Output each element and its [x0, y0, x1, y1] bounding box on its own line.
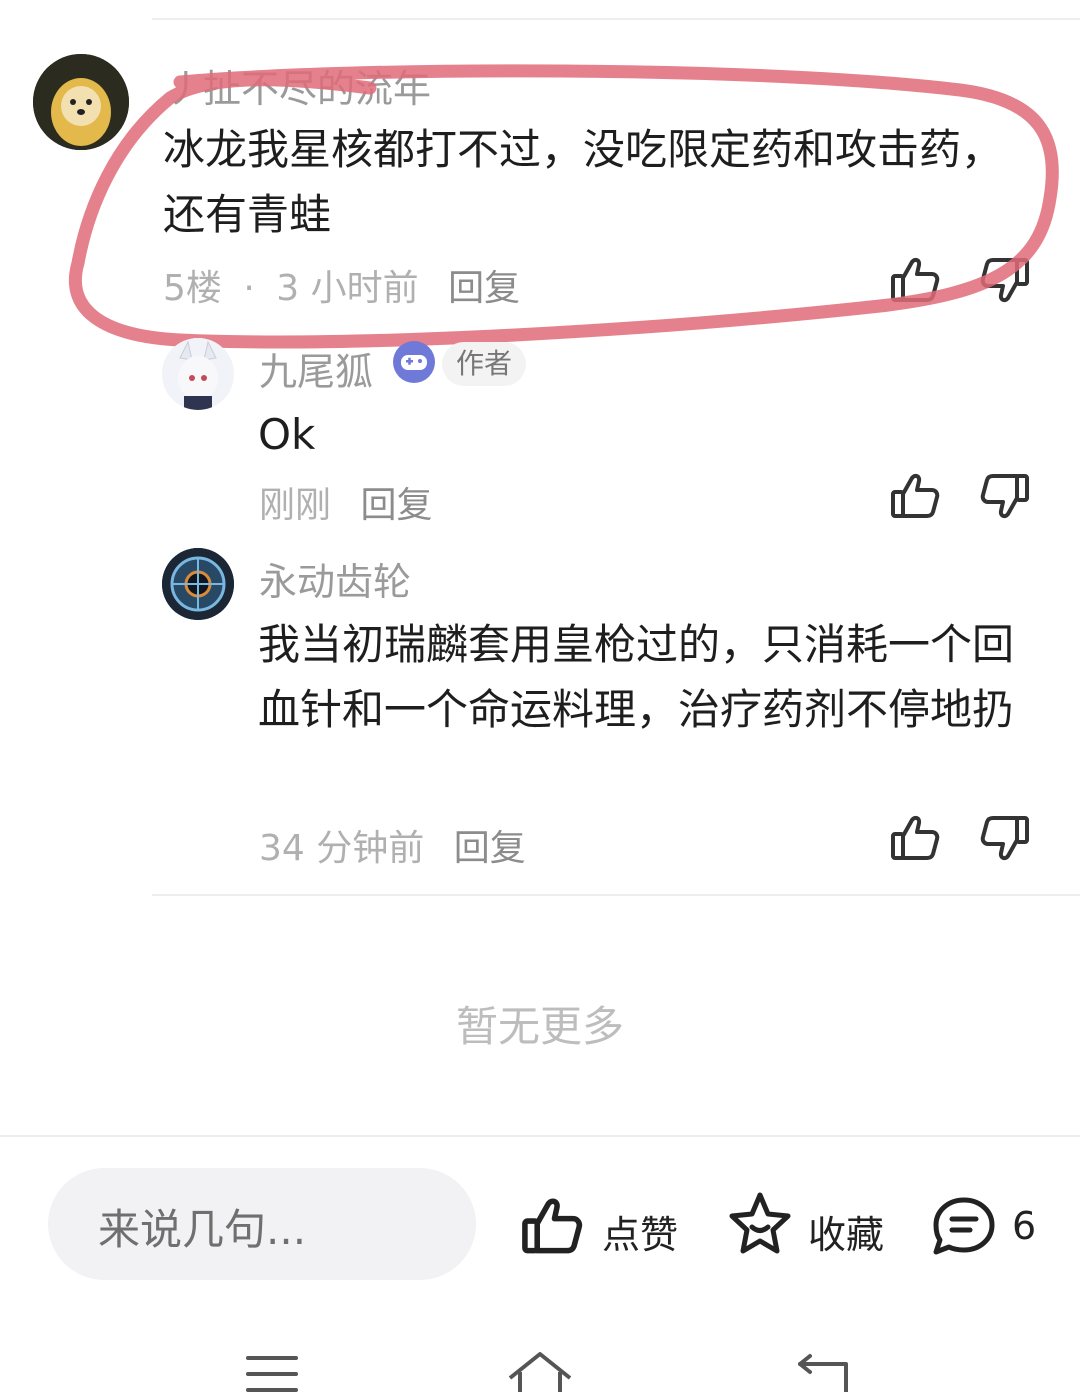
comment-content: 冰龙我星核都打不过，没吃限定药和攻击药，还有青蛙: [163, 125, 1004, 239]
meta-separator: ·: [243, 268, 255, 309]
reply-content: Ok: [258, 410, 316, 459]
comment-input[interactable]: 来说几句...: [48, 1168, 476, 1280]
thumb-up-icon[interactable]: [889, 254, 941, 306]
reply-time: 34 分钟前: [259, 828, 425, 869]
top-divider: [152, 18, 1080, 20]
thumb-up-icon[interactable]: [889, 812, 941, 864]
favorite-label: 收藏: [808, 1213, 885, 1257]
thumb-down-icon[interactable]: [979, 470, 1031, 522]
thumb-up-icon: [522, 1198, 583, 1254]
like-button[interactable]: 点赞: [520, 1192, 690, 1260]
avatar[interactable]: [162, 548, 234, 620]
thumb-down-icon[interactable]: [979, 812, 1031, 864]
comment-meta: 5楼 · 3 小时前 回复: [163, 259, 520, 311]
favorite-button[interactable]: 收藏: [726, 1190, 896, 1260]
reply-username[interactable]: 九尾狐: [259, 341, 373, 396]
reply-button[interactable]: 回复: [448, 268, 520, 309]
thumb-up-icon[interactable]: [889, 470, 941, 522]
menu-icon[interactable]: [244, 1352, 300, 1392]
reply-button[interactable]: 回复: [360, 485, 432, 526]
reply-meta: 刚刚 回复: [259, 476, 432, 528]
reply-username[interactable]: 永动齿轮: [259, 551, 411, 606]
comment-username[interactable]: 丿扯不尽的流年: [165, 58, 431, 113]
reply-meta: 34 分钟前 回复: [259, 819, 526, 871]
home-icon[interactable]: [504, 1350, 576, 1392]
author-badge: 作者: [442, 342, 527, 386]
chat-bubble-icon: [933, 1197, 995, 1255]
no-more-text: 暂无更多: [455, 1002, 624, 1051]
game-controller-icon: [392, 340, 436, 384]
avatar[interactable]: [33, 54, 129, 150]
back-icon[interactable]: [794, 1350, 854, 1392]
comment-count: 6: [1012, 1204, 1037, 1248]
reply-button[interactable]: 回复: [454, 828, 526, 869]
comment-time: 3 小时前: [276, 268, 419, 309]
star-icon: [729, 1192, 791, 1254]
floor-number: 5楼: [163, 268, 222, 309]
reply-content: 我当初瑞麟套用皇枪过的，只消耗一个回血针和一个命运料理，治疗药剂不停地扔: [258, 620, 1015, 734]
thumb-down-icon[interactable]: [979, 254, 1031, 306]
like-label: 点赞: [602, 1213, 679, 1257]
comments-end-divider: [152, 894, 1080, 896]
reply-time: 刚刚: [259, 485, 332, 526]
comment-input-placeholder: 来说几句...: [98, 1205, 307, 1254]
comments-button[interactable]: 6: [930, 1192, 1050, 1260]
bottom-bar-divider: [0, 1135, 1080, 1137]
avatar[interactable]: [162, 338, 234, 410]
